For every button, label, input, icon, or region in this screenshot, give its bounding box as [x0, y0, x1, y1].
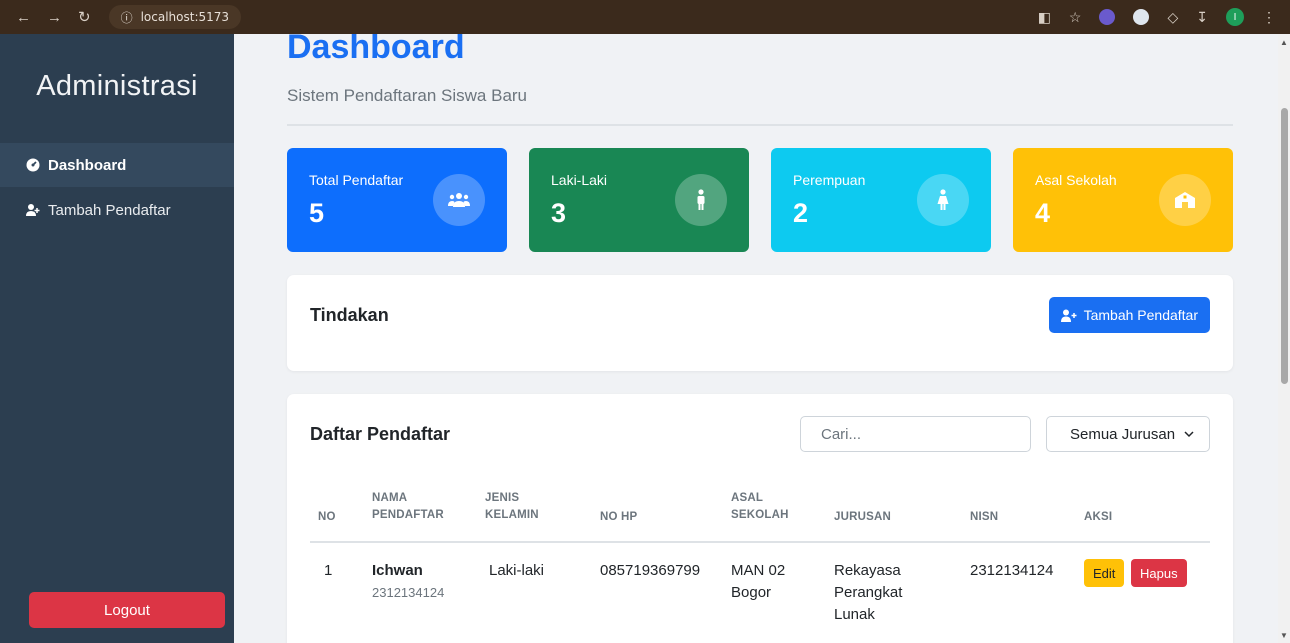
cell-asal-sekolah: MAN 02 Bogor — [731, 560, 785, 604]
jurusan-filter-select[interactable]: Semua Jurusan — [1046, 416, 1210, 452]
column-header-jenis-kelamin: JENIS KELAMIN — [485, 490, 539, 524]
column-header-nama-line: PENDAFTAR — [372, 509, 444, 521]
stat-label: Perempuan — [793, 172, 866, 188]
cell-jurusan-line: Rekayasa — [834, 562, 901, 579]
table-header-divider — [310, 541, 1210, 543]
reload-icon[interactable]: ↻ — [78, 8, 91, 26]
column-header-asal-sekolah: ASAL SEKOLAH — [731, 490, 789, 524]
column-header-aksi: AKSI — [1084, 511, 1113, 523]
add-registrant-button[interactable]: Tambah Pendaftar — [1048, 297, 1210, 333]
scrollbar-thumb[interactable] — [1281, 108, 1288, 384]
stat-value: 3 — [551, 198, 567, 228]
browser-toolbar: ← → ↻ ⓘ localhost:5173 ◧ ☆ ◇ ↧ I ⋮ — [0, 0, 1290, 34]
stat-label: Laki-Laki — [551, 172, 608, 188]
extension-icon[interactable] — [1099, 9, 1116, 25]
cell-no: 1 — [324, 562, 333, 579]
list-title: Daftar Pendaftar — [310, 424, 451, 444]
column-header-asal-line: ASAL — [731, 492, 764, 504]
female-icon — [917, 174, 969, 226]
stat-value: 2 — [793, 198, 809, 228]
cell-jurusan: Rekayasa Perangkat Lunak — [834, 560, 902, 626]
add-registrant-label: Tambah Pendaftar — [1083, 307, 1198, 323]
cell-nisn: 2312134124 — [970, 562, 1054, 579]
column-header-no: NO — [318, 511, 336, 523]
stat-value: 5 — [309, 198, 325, 228]
page-subtitle: Sistem Pendaftaran Siswa Baru — [287, 86, 528, 105]
delete-button[interactable]: Hapus — [1131, 559, 1187, 587]
address-bar[interactable]: ⓘ localhost:5173 — [108, 5, 242, 29]
profile-avatar[interactable]: I — [1226, 8, 1244, 26]
stat-card-asal-sekolah: Asal Sekolah 4 — [1013, 148, 1233, 252]
registrant-nisn-sub: 2312134124 — [372, 585, 445, 600]
cell-jenis-kelamin: Laki-laki — [489, 562, 545, 579]
registrant-list-card: Daftar Pendaftar Semua Jurusan NO NAMA P… — [287, 394, 1233, 643]
cell-nama: Ichwan 2312134124 — [372, 560, 444, 604]
extension-icon[interactable] — [1133, 9, 1150, 25]
cell-no-hp: 085719369799 — [600, 562, 701, 579]
column-header-asal-line: SEKOLAH — [731, 509, 789, 521]
translate-icon[interactable]: ◧ — [1038, 9, 1051, 26]
divider — [287, 124, 1233, 126]
sidebar-item-label: Dashboard — [48, 156, 127, 174]
page-scrollbar[interactable]: ▲ ▼ — [1278, 34, 1290, 643]
column-header-nisn: NISN — [970, 511, 999, 523]
cell-asal-line: MAN 02 — [731, 562, 786, 579]
extensions-puzzle-icon[interactable]: ◇ — [1167, 9, 1178, 26]
search-box — [800, 416, 1031, 452]
stat-label: Total Pendaftar — [309, 172, 404, 188]
site-info-icon[interactable]: ⓘ — [121, 9, 133, 26]
download-icon[interactable]: ↧ — [1196, 9, 1208, 26]
column-header-jk-line: KELAMIN — [485, 509, 539, 521]
registrant-name: Ichwan — [372, 562, 423, 579]
dashboard-icon — [26, 158, 40, 172]
menu-kebab-icon[interactable]: ⋮ — [1262, 9, 1276, 26]
scroll-up-arrow-icon[interactable]: ▲ — [1280, 38, 1288, 47]
scroll-down-arrow-icon[interactable]: ▼ — [1280, 631, 1288, 640]
forward-icon[interactable]: → — [47, 9, 62, 26]
stat-card-total: Total Pendaftar 5 — [287, 148, 507, 252]
sidebar-item-tambah-pendaftar[interactable]: Tambah Pendaftar — [0, 188, 234, 232]
browser-nav: ← → ↻ — [0, 8, 91, 27]
cell-jurusan-line: Perangkat — [834, 584, 903, 601]
brand-title: Administrasi — [36, 70, 198, 102]
cell-jurusan-line: Lunak — [834, 606, 875, 623]
back-icon[interactable]: ← — [16, 9, 31, 26]
sidebar: Administrasi Dashboard Tambah Pendaftar … — [0, 34, 234, 643]
bookmark-star-icon[interactable]: ☆ — [1069, 9, 1082, 26]
stat-card-laki-laki: Laki-Laki 3 — [529, 148, 749, 252]
logout-button[interactable]: Logout — [29, 592, 225, 628]
actions-card: Tindakan Tambah Pendaftar — [287, 275, 1233, 371]
cell-asal-line: Bogor — [731, 584, 772, 601]
main-content: Dashboard Sistem Pendaftaran Siswa Baru … — [234, 34, 1278, 643]
stat-label: Asal Sekolah — [1035, 172, 1117, 188]
chevron-down-icon — [1184, 430, 1194, 437]
sidebar-item-label: Tambah Pendaftar — [48, 201, 171, 219]
users-icon — [433, 174, 485, 226]
column-header-nama: NAMA PENDAFTAR — [372, 490, 444, 524]
user-plus-icon — [1060, 309, 1077, 322]
column-header-no-hp: NO HP — [600, 511, 638, 523]
column-header-jurusan: JURUSAN — [834, 511, 891, 523]
school-icon — [1159, 174, 1211, 226]
page-title: Dashboard — [287, 34, 465, 66]
sidebar-item-dashboard[interactable]: Dashboard — [0, 143, 234, 187]
jurusan-filter-value: Semua Jurusan — [1070, 425, 1176, 443]
user-plus-icon — [26, 203, 40, 217]
column-header-nama-line: NAMA — [372, 492, 408, 504]
browser-actions: ◧ ☆ ◇ ↧ I ⋮ — [1038, 8, 1290, 26]
url-text: localhost:5173 — [140, 10, 230, 24]
male-icon — [675, 174, 727, 226]
search-input[interactable] — [801, 417, 1030, 451]
actions-title: Tindakan — [310, 305, 389, 325]
edit-button[interactable]: Edit — [1084, 559, 1125, 587]
column-header-jk-line: JENIS — [485, 492, 520, 504]
stat-value: 4 — [1035, 198, 1051, 228]
stat-card-perempuan: Perempuan 2 — [771, 148, 991, 252]
